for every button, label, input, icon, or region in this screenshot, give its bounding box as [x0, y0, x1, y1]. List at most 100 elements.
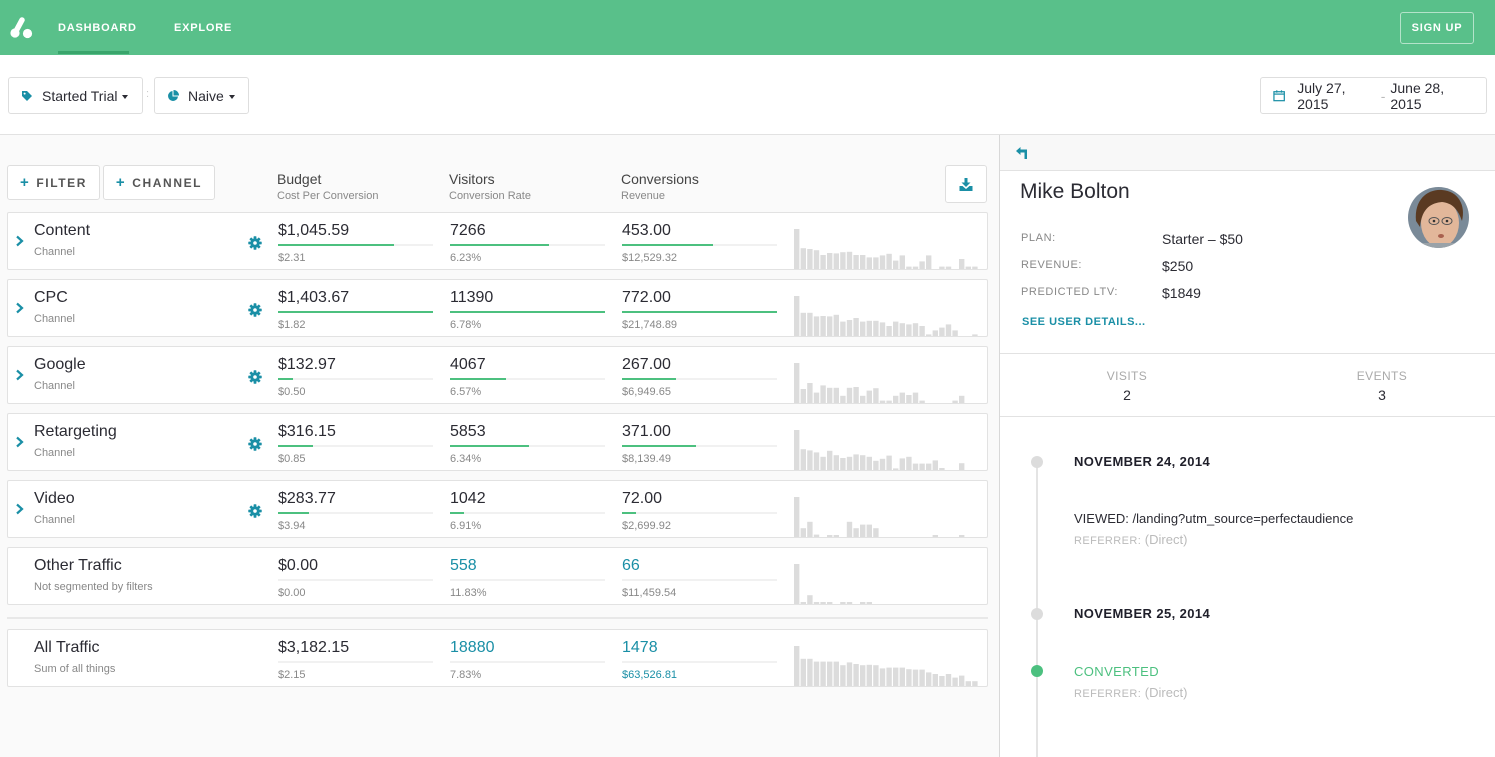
sparkline-bar: [893, 468, 899, 470]
conversions-value: 66: [622, 557, 640, 574]
channel-row[interactable]: Google Channel $132.97 $0.50 4067 6.57% 2…: [7, 346, 988, 404]
channel-row[interactable]: Video Channel $283.77 $3.94 1042 6.91% 72…: [7, 480, 988, 538]
sparkline-bar: [827, 387, 833, 403]
visitors-value: 18880: [450, 639, 495, 656]
sparkline-bar: [952, 330, 958, 336]
chevron-right-icon[interactable]: [15, 503, 25, 515]
cpc-value: $0.00: [278, 587, 306, 599]
sparkline-bar: [833, 661, 839, 686]
add-channel-button[interactable]: + CHANNEL: [103, 165, 215, 200]
progress-fill: [278, 445, 313, 447]
sparkline-bar: [800, 312, 806, 336]
sparkline-bar: [959, 675, 965, 686]
see-user-details-link[interactable]: SEE USER DETAILS...: [1022, 316, 1146, 328]
conversions-value: 772.00: [622, 289, 671, 306]
sparkline-bar: [932, 674, 938, 686]
gear-icon[interactable]: [248, 370, 262, 384]
sparkline-bar: [919, 400, 925, 403]
sparkline-bar: [919, 463, 925, 470]
budget-value: $0.00: [278, 557, 319, 574]
download-icon: [959, 177, 973, 191]
budget-cell: $316.15 $0.85: [278, 423, 433, 465]
visitors-cell: 558 11.83%: [450, 557, 605, 599]
sparkline-bar: [919, 261, 925, 269]
stat-value: 3: [1378, 387, 1386, 403]
chevron-right-icon[interactable]: [15, 302, 25, 314]
sparkline-bar: [794, 430, 800, 470]
sparkline-bar: [853, 454, 859, 470]
channel-row[interactable]: CPC Channel $1,403.67 $1.82 11390 6.78% 7…: [7, 279, 988, 337]
sparkline-bar: [893, 395, 899, 403]
sparkline-bar: [846, 251, 853, 269]
channel-row[interactable]: Retargeting Channel $316.15 $0.85 5853 6.…: [7, 413, 988, 471]
sparkline-bar: [794, 564, 800, 604]
row-subtitle: Channel: [34, 246, 75, 258]
app-logo-icon[interactable]: [9, 15, 33, 39]
model-select-value: Naive: [188, 87, 224, 104]
sparkline-bar: [912, 323, 919, 336]
progress-fill: [450, 244, 550, 246]
rate-value: 6.78%: [450, 319, 482, 331]
nav-explore[interactable]: EXPLORE: [174, 22, 232, 34]
column-header-conversions[interactable]: Conversions Revenue: [621, 171, 699, 202]
gear-icon[interactable]: [248, 236, 262, 250]
sign-up-button[interactable]: SIGN UP: [1400, 12, 1474, 44]
plus-icon: +: [19, 174, 31, 191]
row-name: Google: [34, 356, 86, 373]
sparkline-bar: [932, 535, 938, 537]
event-select[interactable]: Started Trial: [8, 77, 143, 114]
tag-icon: [22, 90, 32, 101]
visitors-value: 5853: [450, 423, 486, 440]
chevron-right-icon[interactable]: [15, 369, 25, 381]
sparkline-bar: [912, 669, 919, 686]
sparkline-bar: [820, 661, 826, 686]
sparkline-bar: [827, 602, 833, 604]
column-header-visitors[interactable]: Visitors Conversion Rate: [449, 171, 531, 202]
sparkline-bar: [794, 497, 800, 537]
progress-fill: [450, 512, 464, 514]
revenue-value: $21,748.89: [622, 319, 678, 331]
sparkline-bar: [840, 395, 846, 403]
rate-value: 11.83%: [450, 587, 487, 599]
row-name: All Traffic: [34, 639, 100, 656]
chevron-right-icon[interactable]: [15, 436, 25, 448]
rate-value: 7.83%: [450, 669, 482, 681]
sparkline-bar: [833, 253, 839, 269]
timeline-dot: [1031, 456, 1043, 468]
chevron-right-icon[interactable]: [15, 235, 25, 247]
sparkline-bar: [807, 521, 813, 537]
download-button[interactable]: [945, 165, 987, 203]
back-arrow-icon[interactable]: [1016, 147, 1030, 159]
sparkline-bar: [846, 662, 853, 686]
gear-icon[interactable]: [248, 437, 262, 451]
add-filter-button[interactable]: + FILTER: [7, 165, 100, 200]
sparkline-bar: [820, 255, 826, 269]
gear-icon[interactable]: [248, 303, 262, 317]
sparkline-bar: [827, 535, 833, 537]
referrer-label: REFERRER:: [1074, 535, 1142, 547]
date-range-picker[interactable]: July 27, 2015 - June 28, 2015: [1260, 77, 1487, 114]
cpc-value: $0.85: [278, 453, 306, 465]
sparkline-bar: [833, 387, 839, 403]
sparkline-bar: [899, 255, 905, 269]
sparkline-bar: [965, 266, 971, 269]
sparkline-bar: [906, 266, 912, 269]
progress-track: [622, 244, 777, 246]
sparkline-bar: [899, 323, 905, 336]
progress-track: [450, 378, 605, 380]
sparkline-bar: [879, 255, 886, 269]
column-header-budget[interactable]: Budget Cost Per Conversion: [277, 171, 379, 202]
sparkline-bar: [860, 602, 866, 604]
attribution-model-select[interactable]: Naive: [154, 77, 249, 114]
sparkline-bar: [906, 395, 912, 403]
channel-row[interactable]: Content Channel $1,045.59 $2.31 7266 6.23…: [7, 212, 988, 270]
sparkline-bar: [794, 363, 800, 403]
sparkline-bar: [800, 389, 806, 403]
gear-icon[interactable]: [248, 504, 262, 518]
nav-dashboard[interactable]: DASHBOARD: [58, 22, 137, 34]
sparkline-bar: [899, 392, 905, 403]
sparkline-bar: [840, 321, 846, 336]
sparkline-bar: [813, 316, 820, 336]
progress-track: [278, 579, 433, 581]
sparkline-bar: [919, 326, 925, 336]
